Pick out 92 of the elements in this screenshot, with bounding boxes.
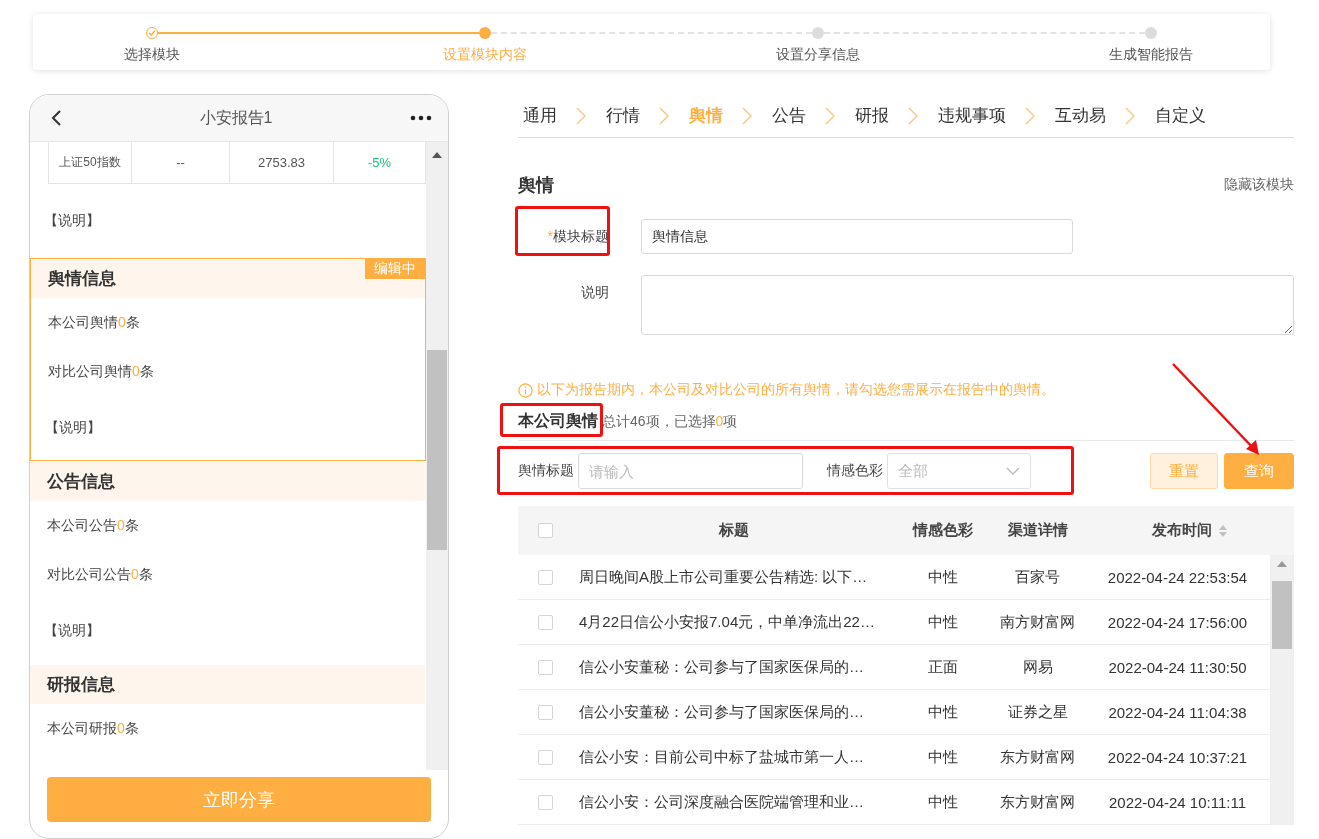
row-checkbox[interactable] xyxy=(537,614,553,630)
scroll-thumb[interactable] xyxy=(427,350,447,550)
table-cell-text: 信公小安董秘：公司参与了国家医保局的… xyxy=(578,702,865,722)
row-checkbox[interactable] xyxy=(537,794,553,810)
column-header[interactable]: 发布时间 xyxy=(1151,521,1212,540)
row-checkbox[interactable] xyxy=(537,749,553,765)
list-title: 本公司舆情 xyxy=(518,412,598,429)
count-line: 本公司公告0条 xyxy=(47,516,139,535)
table-cell: 上证50指数 xyxy=(49,142,132,183)
table-cell-text: 信公小安：目前公司中标了盐城市第一人… xyxy=(578,747,865,767)
table-cell-text: 正面 xyxy=(926,657,959,677)
table-cell-text: 东方财富网 xyxy=(999,747,1076,767)
table-cell: 2753.83 xyxy=(230,142,334,183)
table-cell: -- xyxy=(132,142,230,183)
step-label: 设置模块内容 xyxy=(443,46,527,64)
table-cell-text: 中性 xyxy=(926,702,959,722)
section-title: 公告信息 xyxy=(47,471,115,493)
tab[interactable]: 自定义 xyxy=(1155,104,1206,127)
table-cell-text: 中性 xyxy=(926,747,959,767)
table-cell-text: 2022-04-24 22:53:54 xyxy=(1106,568,1249,586)
tab[interactable]: 公告 xyxy=(772,104,806,127)
scrollbar[interactable] xyxy=(1270,555,1294,825)
table-cell-text: 东方财富网 xyxy=(999,792,1076,812)
section-title: 舆情信息 xyxy=(48,268,116,290)
step-label: 选择模块 xyxy=(124,46,180,64)
select-all-checkbox[interactable] xyxy=(537,523,553,538)
description-input[interactable] xyxy=(641,275,1294,335)
row-checkbox[interactable] xyxy=(537,659,553,675)
title-filter-input[interactable]: 请输入 xyxy=(578,453,803,489)
tab[interactable]: 互动易 xyxy=(1055,104,1106,127)
chevron-icon xyxy=(825,106,835,125)
chevron-icon xyxy=(659,106,669,125)
notice-text: 以下为报告期内，本公司及对比公司的所有舆情，请勾选您需展示在报告中的舆情。 xyxy=(537,381,1055,399)
back-icon[interactable] xyxy=(50,109,62,127)
field-label: *模块标题 xyxy=(547,227,609,246)
tab[interactable]: 违规事项 xyxy=(938,104,1006,127)
count-line: 本公司舆情0条 xyxy=(48,313,140,332)
column-header: 标题 xyxy=(718,521,749,540)
table-cell-text: 2022-04-24 10:37:21 xyxy=(1106,748,1249,766)
chevron-icon xyxy=(1025,106,1035,125)
table-cell-text: 百家号 xyxy=(1014,567,1061,587)
table-cell-text: -5% xyxy=(366,154,393,172)
chevron-icon xyxy=(742,106,752,125)
table-cell-text: 2022-04-24 11:30:50 xyxy=(1107,658,1248,676)
module-title: 舆情 xyxy=(518,174,554,197)
note-text: 【说明】 xyxy=(45,419,101,437)
section-title: 研报信息 xyxy=(47,674,115,696)
module-title-input[interactable]: 舆情信息 xyxy=(641,219,1073,254)
scroll-thumb[interactable] xyxy=(1272,581,1292,649)
table-cell-text: 信公小安：公司深度融合医院端管理和业… xyxy=(578,792,865,812)
filter-label: 情感色彩 xyxy=(827,462,883,480)
table-cell-text: 中性 xyxy=(926,612,959,632)
table-cell-text: 南方财富网 xyxy=(999,612,1076,632)
scrollbar[interactable] xyxy=(426,142,448,770)
list-summary: 总计46项，已选择0项 xyxy=(602,412,738,431)
table-cell-text: 4月22日信公小安报7.04元，中单净流出22… xyxy=(578,612,876,632)
table-cell-text: 网易 xyxy=(1021,657,1054,677)
chevron-icon xyxy=(576,106,586,125)
tab[interactable]: 通用 xyxy=(523,104,557,127)
step-label: 生成智能报告 xyxy=(1109,46,1193,64)
row-checkbox[interactable] xyxy=(537,704,553,720)
sort-icon[interactable] xyxy=(1217,523,1228,538)
phone-title: 小安报告1 xyxy=(199,107,273,128)
table-cell-text: 2022-04-24 10:11:11 xyxy=(1107,793,1248,811)
tab[interactable]: 行情 xyxy=(606,104,640,127)
table-cell-text: 2022-04-24 11:04:38 xyxy=(1107,703,1248,721)
table-cell-text: 中性 xyxy=(926,792,959,812)
table-cell-text: 中性 xyxy=(926,567,959,587)
count-line: 对比公司舆情0条 xyxy=(48,362,154,381)
count-line: 本公司研报0条 xyxy=(47,719,139,738)
info-icon xyxy=(518,382,533,398)
note-text: 【说明】 xyxy=(44,212,100,230)
table-cell-text: 周日晚间A股上市公司重要公告精选: 以下… xyxy=(578,567,869,587)
chevron-icon xyxy=(1125,106,1135,125)
filter-label: 舆情标题 xyxy=(518,462,574,480)
count-line: 对比公司公告0条 xyxy=(47,565,153,584)
table-cell-text: 证券之星 xyxy=(1006,702,1069,722)
step-label: 设置分享信息 xyxy=(776,46,860,64)
table-cell-text: 2022-04-24 17:56:00 xyxy=(1106,613,1249,631)
column-header: 渠道详情 xyxy=(1007,521,1068,540)
column-header: 情感色彩 xyxy=(912,521,973,540)
hide-module-link[interactable]: 隐藏该模块 xyxy=(1224,176,1294,194)
tab[interactable]: 研报 xyxy=(855,104,889,127)
field-label: 说明 xyxy=(581,283,609,302)
editing-badge: 编辑中 xyxy=(365,259,425,279)
table-cell-text: 信公小安董秘：公司参与了国家医保局的… xyxy=(578,657,865,677)
more-icon[interactable] xyxy=(410,115,432,121)
chevron-icon xyxy=(908,106,918,125)
chevron-down-icon xyxy=(1006,467,1020,475)
row-checkbox[interactable] xyxy=(537,569,553,585)
scroll-up-icon[interactable] xyxy=(432,152,442,158)
note-text: 【说明】 xyxy=(44,622,100,640)
